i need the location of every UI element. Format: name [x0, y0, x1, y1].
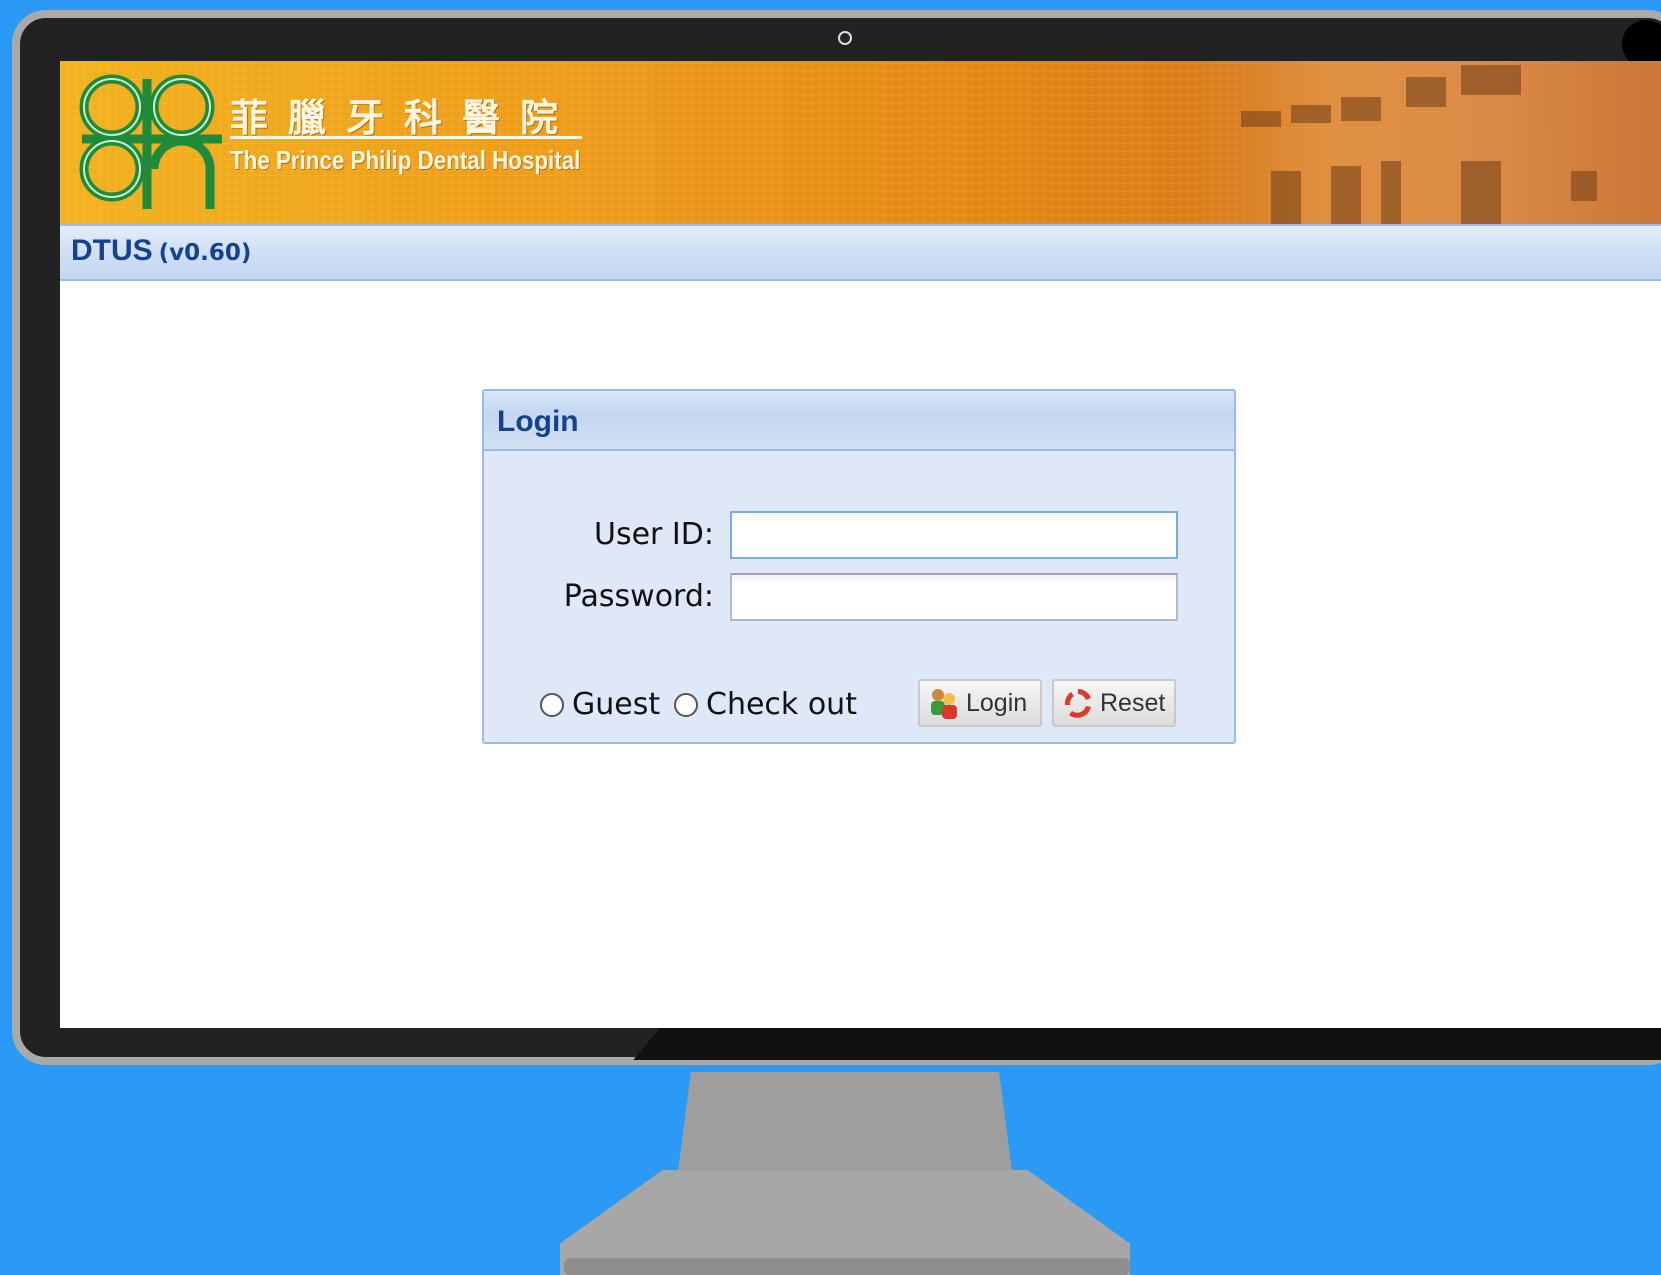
reset-button-label: Reset — [1100, 688, 1166, 717]
hospital-name-english: The Prince Philip Dental Hospital — [230, 145, 581, 175]
webcam-icon — [838, 31, 852, 45]
hospital-name-divider — [230, 136, 582, 139]
guest-radio-label[interactable]: Guest — [572, 687, 660, 722]
checkout-radio[interactable] — [674, 692, 698, 717]
login-panel-header: Login — [484, 391, 1234, 451]
app-title: DTUS (v0.60) — [71, 234, 251, 268]
building-photo — [1181, 61, 1661, 224]
hospital-name-chinese: 菲臘牙科醫院 — [230, 96, 579, 140]
user-id-input[interactable] — [730, 511, 1178, 559]
desktop-scene: 菲臘牙科醫院 The Prince Philip Dental Hospital… — [0, 0, 1661, 1275]
hospital-banner: 菲臘牙科醫院 The Prince Philip Dental Hospital — [60, 61, 1661, 224]
guest-radio[interactable] — [540, 692, 564, 717]
guest-radio-option[interactable]: Guest — [540, 687, 660, 722]
app-version: (v0.60) — [158, 240, 252, 266]
monitor-stand-foot — [564, 1258, 1130, 1275]
login-button-label: Login — [966, 688, 1028, 717]
checkout-radio-label[interactable]: Check out — [706, 687, 857, 722]
login-button[interactable]: Login — [918, 679, 1042, 727]
password-input[interactable] — [730, 573, 1178, 621]
login-panel-title: Login — [497, 405, 579, 438]
checkout-radio-option[interactable]: Check out — [674, 687, 857, 722]
refresh-icon — [1064, 689, 1091, 718]
password-label: Password: — [563, 579, 714, 614]
monitor-screen: 菲臘牙科醫院 The Prince Philip Dental Hospital… — [60, 61, 1661, 1028]
login-panel: Login User ID: Password: Guest Check out — [482, 389, 1236, 744]
app-title-bar: DTUS (v0.60) — [60, 224, 1661, 281]
reset-button[interactable]: Reset — [1052, 679, 1176, 727]
app-name: DTUS — [71, 234, 153, 267]
hospital-logo-icon — [79, 74, 222, 209]
user-id-label: User ID: — [594, 517, 714, 552]
users-icon — [931, 689, 957, 719]
